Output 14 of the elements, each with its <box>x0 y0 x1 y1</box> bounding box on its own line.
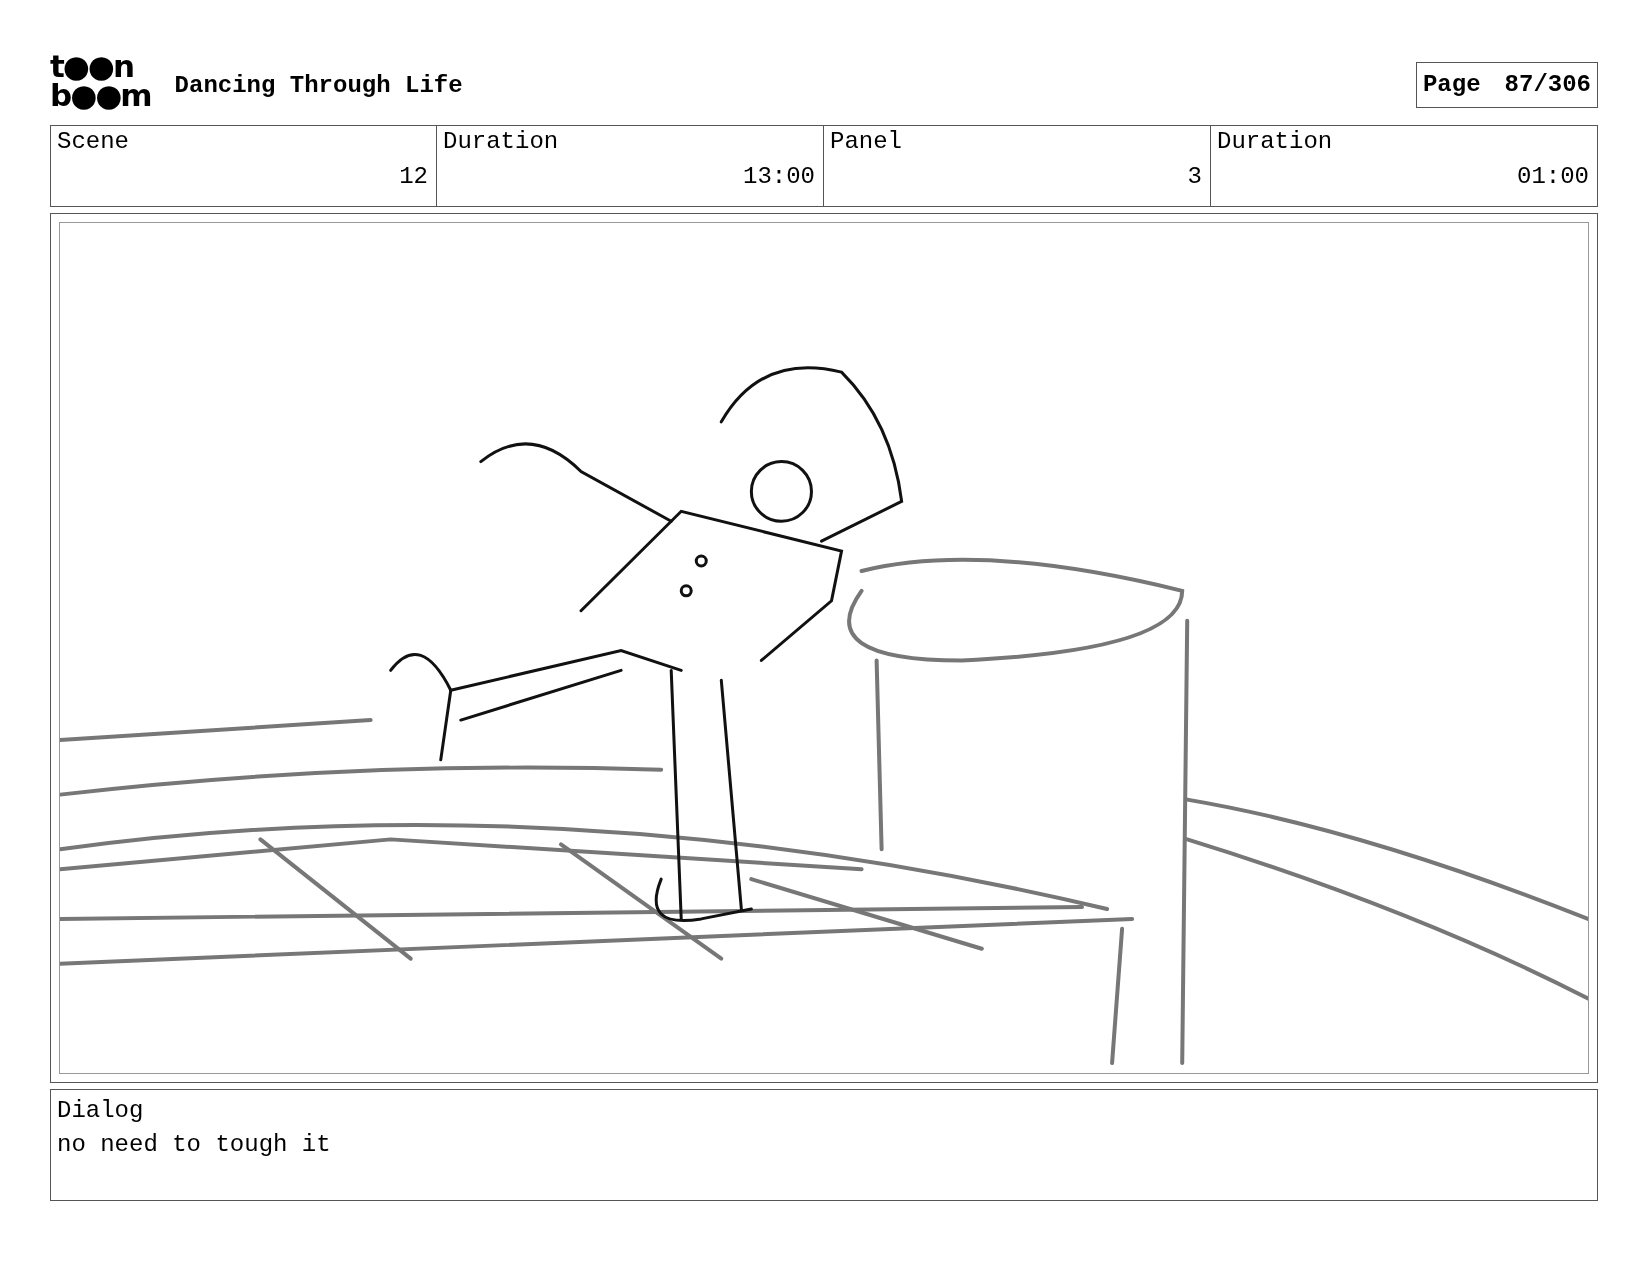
field-value: 01:00 <box>1517 162 1589 192</box>
dialog-label: Dialog <box>57 1096 145 1126</box>
field-value: 3 <box>1187 162 1202 192</box>
storyboard-title: Dancing Through Life <box>174 71 463 101</box>
dialog-text: no need to tough it <box>57 1129 332 1160</box>
field-value: 13:00 <box>743 162 815 192</box>
field-label: Duration <box>443 128 560 157</box>
page-label: Page <box>1422 70 1481 100</box>
field-value: 12 <box>399 162 428 192</box>
logo: t●●n b●●m <box>50 52 151 111</box>
field-label: Duration <box>1217 128 1334 157</box>
page-number: 87/306 <box>1504 70 1591 100</box>
field-label: Panel <box>830 128 903 157</box>
field-label: Scene <box>57 128 130 157</box>
